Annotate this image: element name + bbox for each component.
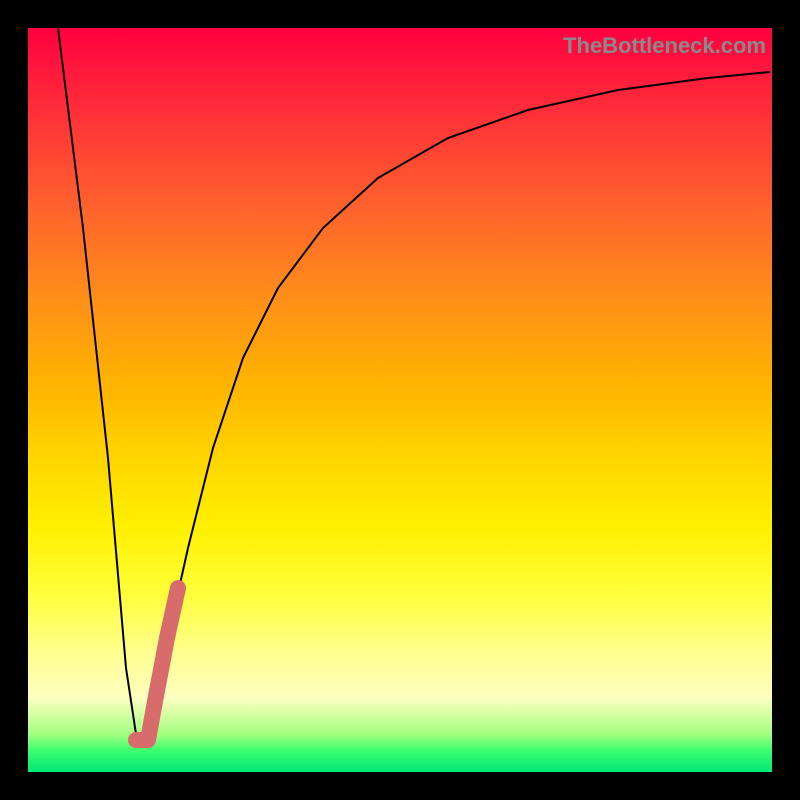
chart-frame: TheBottleneck.com	[0, 0, 800, 800]
curve-layer	[28, 28, 772, 772]
highlight-segment	[136, 588, 178, 740]
watermark-text: TheBottleneck.com	[563, 33, 766, 59]
plot-area: TheBottleneck.com	[28, 28, 772, 772]
